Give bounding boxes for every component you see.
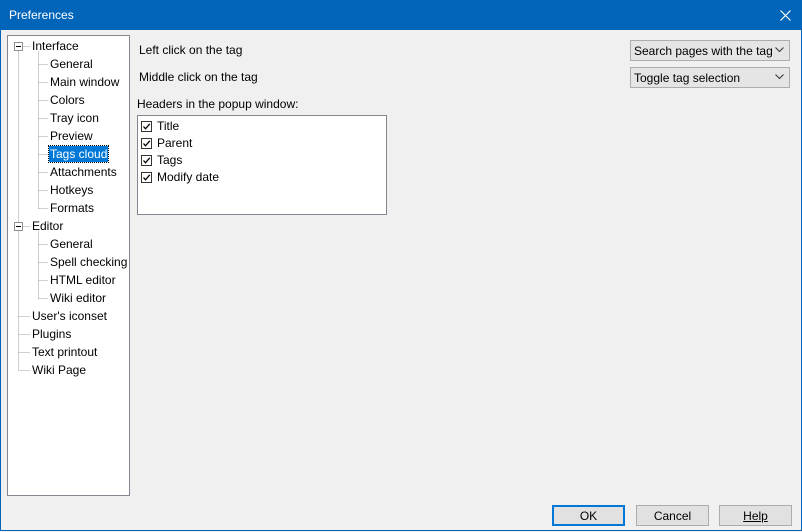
help-button[interactable]: Help [719,505,792,526]
help-label: Help [743,508,768,523]
check-icon [143,157,151,164]
collapse-icon[interactable] [14,42,23,51]
tree-item-tray-icon[interactable]: Tray icon [49,110,100,126]
window-title: Preferences [9,8,74,22]
tree-item-general[interactable]: General [49,236,94,252]
middle-click-select[interactable]: Toggle tag selection [630,67,790,88]
checkbox[interactable] [141,172,152,183]
ok-button[interactable]: OK [552,505,625,526]
check-icon [143,174,151,181]
middle-click-label: Middle click on the tag [139,70,258,84]
tree-item-plugins[interactable]: Plugins [31,326,72,342]
collapse-icon[interactable] [14,222,23,231]
checkbox-label: Parent [157,136,193,150]
left-click-label: Left click on the tag [139,43,243,57]
tree-item-wiki-page[interactable]: Wiki Page [31,362,87,378]
tree-item-text-printout[interactable]: Text printout [31,344,98,360]
tree-item-colors[interactable]: Colors [49,92,86,108]
check-icon [143,123,151,130]
chevron-down-icon [775,74,784,80]
checkbox-label: Modify date [157,170,220,184]
checkbox[interactable] [141,138,152,149]
title-bar: Preferences [0,0,802,30]
headers-label: Headers in the popup window: [137,97,299,111]
check-icon [143,140,151,147]
left-click-select[interactable]: Search pages with the tag [630,40,790,61]
tree-item-interface[interactable]: Interface [31,38,80,54]
close-button[interactable] [768,0,802,30]
tree-item-editor[interactable]: Editor [31,218,64,234]
tree-item-attachments[interactable]: Attachments [49,164,118,180]
checkbox[interactable] [141,121,152,132]
tree-item-main-window[interactable]: Main window [49,74,120,90]
headers-checklist[interactable]: Title Parent Tags Modify date [137,115,387,215]
tree-item-wiki-editor[interactable]: Wiki editor [49,290,107,306]
tree-item-tags-cloud[interactable]: Tags cloud [47,145,110,163]
tree-item-preview[interactable]: Preview [49,128,94,144]
tree-item-user-s-iconset[interactable]: User's iconset [31,308,108,324]
close-icon [779,9,791,21]
tree-item-hotkeys[interactable]: Hotkeys [49,182,94,198]
tree-item-general[interactable]: General [49,56,94,72]
middle-click-value: Toggle tag selection [634,71,741,85]
checkbox-label: Title [157,119,180,133]
left-click-value: Search pages with the tag [634,44,773,58]
checkbox[interactable] [141,155,152,166]
tree-item-formats[interactable]: Formats [49,200,95,216]
tree-item-spell-checking[interactable]: Spell checking [49,254,128,270]
category-tree[interactable]: Interface General Main window Colors Tray ic… [7,35,130,496]
checkbox-label: Tags [157,153,183,167]
cancel-button[interactable]: Cancel [636,505,709,526]
chevron-down-icon [775,47,784,53]
tree-item-html-editor[interactable]: HTML editor [49,272,117,288]
